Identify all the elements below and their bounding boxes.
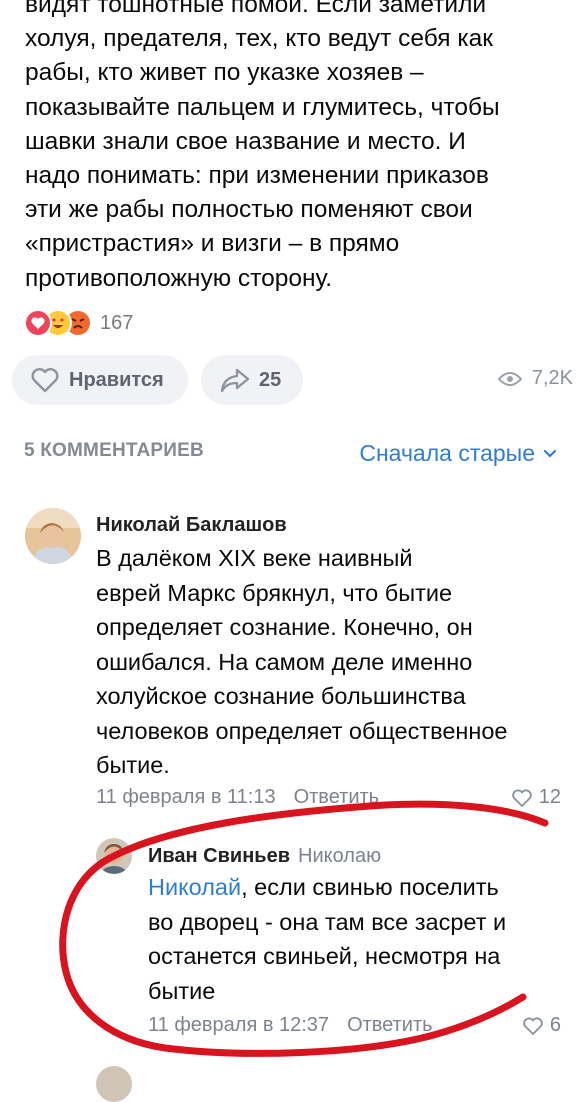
comment-text-line: Николай, если свинью поселить — [148, 870, 506, 905]
comment-text-line: во дворец - она там все засрет и — [148, 908, 507, 935]
comment-text-line: определяет сознание. Конечно, он — [96, 614, 473, 640]
comment-text-line: холуйское сознание большинства — [96, 683, 466, 709]
comment-text-line: В далёком XIX веке наивный — [96, 545, 413, 571]
reactions-count: 167 — [100, 311, 134, 334]
comments-count-header: 5 КОММЕНТАРИЕВ — [24, 440, 204, 461]
reply-button[interactable]: Ответить — [294, 786, 380, 808]
share-button[interactable]: 25 — [201, 355, 303, 405]
views-count: 7,2K — [531, 367, 573, 389]
comment-author: Иван Свиньев Николаю — [148, 845, 381, 868]
post-text-line: «пристрастия» и визги – в прямо — [25, 230, 400, 258]
sort-order-select[interactable]: Сначала старые — [359, 440, 557, 467]
post-text: видят тошнотные помои. Если заметили хол… — [25, 0, 570, 296]
comment-timestamp[interactable]: 11 февраля в 12:37 — [148, 1014, 329, 1036]
comment-timestamp[interactable]: 11 февраля в 11:13 — [96, 786, 276, 808]
comment-text-line: бытие. — [96, 752, 170, 778]
heart-outline-icon — [523, 1016, 543, 1035]
avatar[interactable] — [25, 508, 81, 564]
comment-author[interactable]: Николай Баклашов — [96, 514, 287, 537]
eye-icon — [497, 371, 522, 386]
post-text-line: видят тошнотные помои. Если заметили — [25, 0, 487, 18]
comment-like-button[interactable]: 12 — [511, 786, 561, 809]
comment-text-line: человеков определяет общественное — [96, 717, 508, 744]
comment-text: В далёком XIX веке наивный еврей Маркс б… — [96, 541, 508, 783]
post-text-line: эти же рабы полностью поменяют свои — [25, 196, 473, 224]
comment-meta: 11 февраля в 11:13 Ответить — [96, 786, 379, 809]
avatar[interactable] — [96, 1066, 132, 1102]
like-label: Нравится — [69, 368, 164, 391]
comment-text-line: останется свиньей, несмотря на — [148, 943, 501, 969]
comment-text-line: ошибался. На самом деле именно — [96, 648, 473, 675]
comment-like-button[interactable]: 6 — [522, 1014, 561, 1037]
avatar[interactable] — [96, 838, 132, 874]
heart-outline-icon — [511, 788, 532, 807]
comment-like-count: 12 — [538, 786, 561, 808]
heart-outline-icon — [31, 368, 59, 393]
heart-reaction-icon — [24, 309, 52, 337]
comment-like-count: 6 — [549, 1014, 561, 1036]
sort-order-label: Сначала старые — [359, 440, 535, 466]
reactions-summary[interactable]: 167 — [24, 308, 133, 338]
reply-button[interactable]: Ответить — [347, 1014, 433, 1036]
like-button[interactable]: Нравится — [12, 355, 188, 405]
comment-text-fragment: , если свинью поселить — [241, 874, 499, 900]
comment-meta: 11 февраля в 12:37 Ответить — [148, 1014, 433, 1037]
post-text-line: рабы, кто живет по указке хозяев – — [25, 59, 424, 87]
post-text-line: показывайте пальцем и глумитесь, чтобы — [25, 93, 500, 121]
post-text-line: холуя, предателя, тех, кто ведут себя ка… — [25, 25, 493, 53]
share-count: 25 — [259, 368, 282, 391]
post-text-line: надо понимать: при изменении приказов — [25, 162, 489, 190]
chevron-down-icon — [543, 449, 557, 458]
post-text-line: шавки знали свое название и место. И — [25, 127, 466, 155]
share-icon — [220, 368, 250, 393]
comment-text-line: бытие — [148, 977, 216, 1004]
mention-link[interactable]: Николай — [148, 874, 241, 900]
reply-to-label[interactable]: Николаю — [298, 845, 381, 867]
views-counter: 7,2K — [497, 367, 573, 390]
post-text-line: противоположную сторону. — [25, 264, 333, 292]
comment-author-name[interactable]: Иван Свиньев — [148, 845, 290, 867]
comment-text-line: еврей Маркс брякнул, что бытие — [96, 579, 453, 606]
comment-text: Николай, если свинью поселить во дворец … — [148, 870, 506, 1008]
